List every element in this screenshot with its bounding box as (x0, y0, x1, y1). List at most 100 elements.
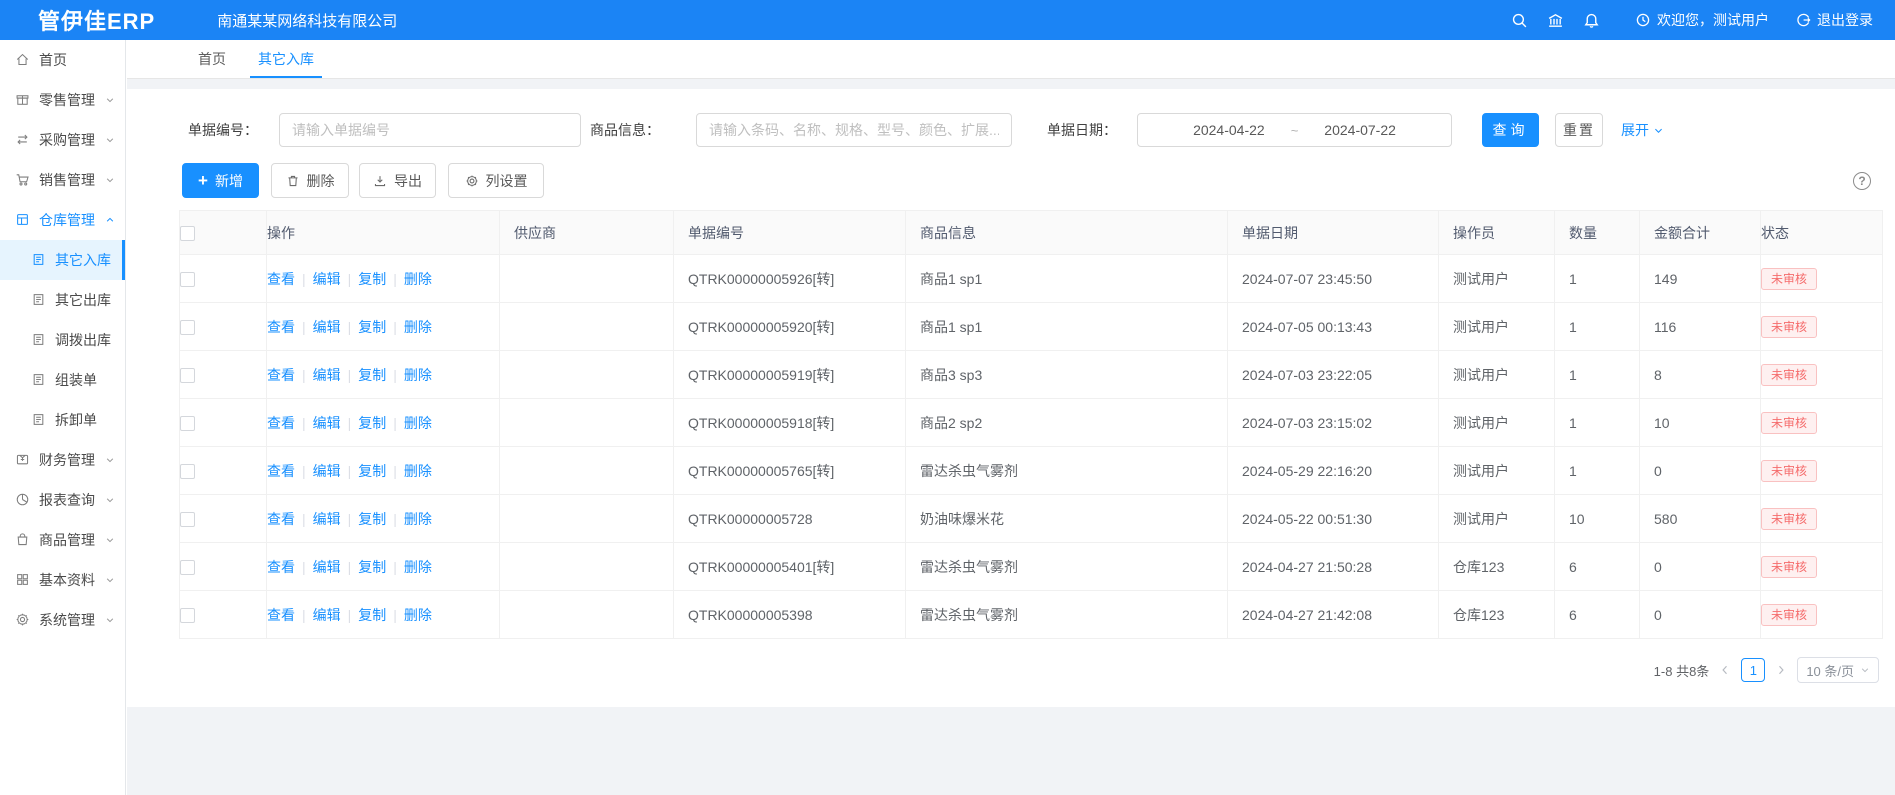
amount-cell: 580 (1640, 495, 1761, 543)
view-link[interactable]: 查看 (267, 367, 295, 383)
sidebar-item-warehouse[interactable]: 仓库管理 (0, 200, 125, 240)
action-divider: | (302, 415, 306, 431)
sidebar-item-label: 其它入库 (55, 250, 111, 270)
trash-icon (286, 174, 300, 188)
date-start[interactable]: 2024-04-22 (1193, 122, 1265, 138)
bell-icon[interactable] (1573, 0, 1609, 40)
row-checkbox[interactable] (180, 320, 195, 335)
copy-link[interactable]: 复制 (358, 463, 386, 479)
row-checkbox[interactable] (180, 416, 195, 431)
search-button[interactable]: 查询 (1482, 113, 1539, 147)
edit-link[interactable]: 编辑 (313, 607, 341, 623)
delete-link[interactable]: 删除 (404, 511, 432, 527)
action-divider: | (348, 559, 352, 575)
sidebar-item-assembly[interactable]: 组装单 (0, 360, 125, 400)
edit-link[interactable]: 编辑 (313, 463, 341, 479)
bill-no-input[interactable] (279, 113, 581, 147)
delete-link[interactable]: 删除 (404, 271, 432, 287)
view-link[interactable]: 查看 (267, 511, 295, 527)
row-checkbox[interactable] (180, 272, 195, 287)
sidebar-item-home[interactable]: 首页 (0, 40, 125, 80)
product-cell: 商品1 sp1 (906, 303, 1228, 351)
status-badge: 未审核 (1761, 460, 1817, 482)
tab-other-inbound[interactable]: 其它入库 (242, 40, 330, 78)
delete-button[interactable]: 删除 (271, 163, 349, 198)
export-button[interactable]: 导出 (359, 163, 436, 198)
copy-link[interactable]: 复制 (358, 415, 386, 431)
chevron-down-icon (105, 135, 115, 145)
view-link[interactable]: 查看 (267, 463, 295, 479)
row-checkbox[interactable] (180, 512, 195, 527)
delete-link[interactable]: 删除 (404, 415, 432, 431)
sidebar-item-purchase[interactable]: 采购管理 (0, 120, 125, 160)
edit-link[interactable]: 编辑 (313, 415, 341, 431)
copy-link[interactable]: 复制 (358, 367, 386, 383)
supplier-cell (500, 351, 674, 399)
sidebar-item-label: 系统管理 (39, 610, 95, 630)
edit-link[interactable]: 编辑 (313, 367, 341, 383)
delete-link[interactable]: 删除 (404, 559, 432, 575)
product-info-input[interactable] (696, 113, 1012, 147)
view-link[interactable]: 查看 (267, 271, 295, 287)
reset-button[interactable]: 重置 (1555, 113, 1603, 147)
row-checkbox[interactable] (180, 368, 195, 383)
sidebar-item-system[interactable]: 系统管理 (0, 600, 125, 640)
copy-link[interactable]: 复制 (358, 559, 386, 575)
add-button[interactable]: + 新增 (182, 163, 259, 198)
view-link[interactable]: 查看 (267, 559, 295, 575)
sidebar-item-disassembly[interactable]: 拆卸单 (0, 400, 125, 440)
expand-toggle[interactable]: 展开 (1621, 120, 1664, 140)
delete-link[interactable]: 删除 (404, 367, 432, 383)
date-end[interactable]: 2024-07-22 (1324, 122, 1396, 138)
edit-link[interactable]: 编辑 (313, 319, 341, 335)
page-number[interactable]: 1 (1741, 658, 1765, 682)
column-settings-button[interactable]: 列设置 (448, 163, 544, 198)
operator-cell: 测试用户 (1439, 351, 1555, 399)
edit-link[interactable]: 编辑 (313, 511, 341, 527)
delete-link[interactable]: 删除 (404, 607, 432, 623)
welcome-text: 欢迎您，测试用户 (1657, 10, 1769, 30)
row-checkbox[interactable] (180, 608, 195, 623)
sidebar-item-other-inbound[interactable]: 其它入库 (0, 240, 125, 280)
select-all-checkbox[interactable] (180, 226, 195, 241)
sidebar-item-retail[interactable]: 零售管理 (0, 80, 125, 120)
sidebar-item-reports[interactable]: 报表查询 (0, 480, 125, 520)
sidebar-item-transfer-outbound[interactable]: 调拨出库 (0, 320, 125, 360)
content-panel: 单据编号： 商品信息： 单据日期： 2024-04-22 ~ 2024-07-2… (127, 89, 1895, 707)
home-icon (15, 52, 31, 68)
search-icon[interactable] (1501, 0, 1537, 40)
chevron-down-icon (105, 615, 115, 625)
tab-home[interactable]: 首页 (182, 40, 242, 78)
sidebar-item-basic-data[interactable]: 基本资料 (0, 560, 125, 600)
logout-icon (1795, 12, 1811, 28)
page-size-select[interactable]: 10 条/页 (1797, 657, 1879, 683)
row-checkbox[interactable] (180, 464, 195, 479)
sidebar-item-sales[interactable]: 销售管理 (0, 160, 125, 200)
qty-cell: 1 (1555, 303, 1640, 351)
delete-link[interactable]: 删除 (404, 319, 432, 335)
row-checkbox[interactable] (180, 560, 195, 575)
chevron-down-icon (105, 535, 115, 545)
help-icon[interactable]: ? (1853, 172, 1871, 190)
next-page-button[interactable] (1775, 664, 1787, 676)
copy-link[interactable]: 复制 (358, 511, 386, 527)
user-menu[interactable]: 欢迎您，测试用户 (1635, 10, 1769, 30)
view-link[interactable]: 查看 (267, 415, 295, 431)
status-badge: 未审核 (1761, 364, 1817, 386)
bank-icon[interactable] (1537, 0, 1573, 40)
copy-link[interactable]: 复制 (358, 319, 386, 335)
sidebar-item-other-outbound[interactable]: 其它出库 (0, 280, 125, 320)
edit-link[interactable]: 编辑 (313, 271, 341, 287)
sidebar-item-goods[interactable]: 商品管理 (0, 520, 125, 560)
date-range-picker[interactable]: 2024-04-22 ~ 2024-07-22 (1137, 113, 1452, 147)
delete-link[interactable]: 删除 (404, 463, 432, 479)
sidebar-item-finance[interactable]: 财务管理 (0, 440, 125, 480)
product-cell: 雷达杀虫气雾剂 (906, 543, 1228, 591)
copy-link[interactable]: 复制 (358, 607, 386, 623)
copy-link[interactable]: 复制 (358, 271, 386, 287)
prev-page-button[interactable] (1719, 664, 1731, 676)
edit-link[interactable]: 编辑 (313, 559, 341, 575)
view-link[interactable]: 查看 (267, 319, 295, 335)
view-link[interactable]: 查看 (267, 607, 295, 623)
logout-button[interactable]: 退出登录 (1795, 10, 1873, 30)
